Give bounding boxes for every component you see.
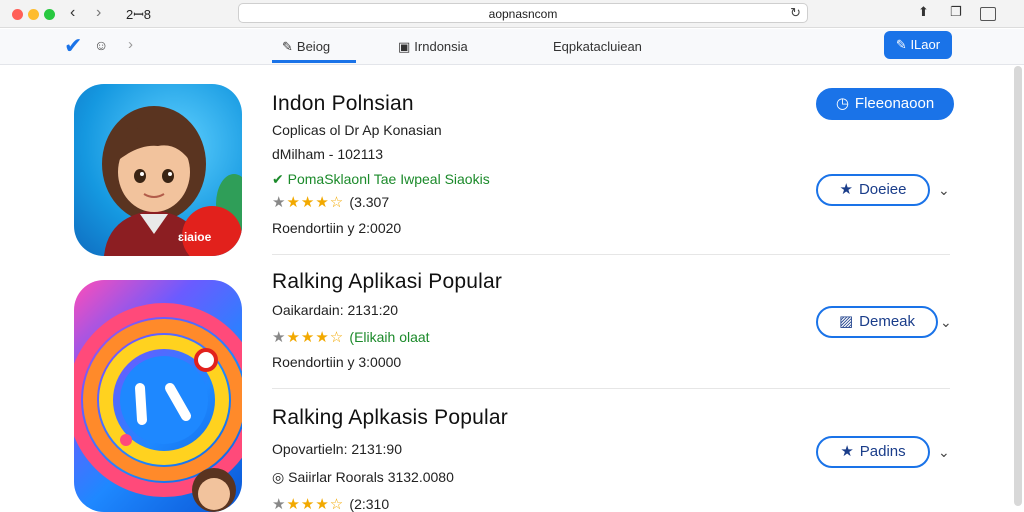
release-info: Roendortiin y 3:0000 (272, 354, 402, 370)
tab-explore[interactable]: Eqpkatacluiean (553, 39, 642, 54)
tab-label: Irndonsia (414, 39, 468, 54)
app-icon-avatar[interactable] (74, 84, 242, 256)
rating-text: (Elikaih olaat (349, 329, 430, 345)
tabs-overview-icon[interactable]: ❐ (950, 4, 962, 20)
chevron-right-icon[interactable]: › (128, 36, 133, 53)
info-circle-icon: ◎ (272, 469, 289, 485)
star-rating-icon: ★★★★☆ (272, 329, 350, 346)
extra-text: Saiirlar Roorals 3132.0080 (288, 469, 454, 485)
app-title[interactable]: Ralking Aplkasis Popular (272, 406, 508, 430)
login-label: ILaor (910, 37, 941, 52)
app-meta: Oaikardain: 2131:20 (272, 302, 399, 318)
verified-line: ✔ PomaSklaonl Tae Iwpeal Siaokis (272, 171, 490, 188)
rating-row: ★★★★☆ (3.307 (272, 193, 389, 211)
square-icon: ▣ (398, 39, 411, 54)
tab-indonesia[interactable]: ▣ Irndonsia (398, 39, 468, 55)
info-line: ◎ Saiirlar Roorals 3132.0080 (272, 469, 454, 486)
image-icon: ▨ (838, 313, 854, 330)
checkmark-icon: ✔ (272, 171, 288, 187)
download-button[interactable]: ★ Doeiee (816, 174, 930, 206)
app-icon-clock[interactable] (74, 280, 242, 512)
edit-icon: ✎ (895, 37, 911, 52)
app-meta: Opovartieln: 2131:90 (272, 441, 402, 457)
cartoon-avatar-icon (102, 106, 242, 256)
rating-row: ★★★★☆ (Elikaih olaat (272, 328, 430, 346)
rainbow-clock-icon (74, 303, 242, 512)
release-info: Roendortiin y 2:0020 (272, 220, 402, 236)
rating-row: ★★★★☆ (2:310 (272, 495, 389, 512)
chevron-left-icon[interactable]: ‹ (70, 4, 75, 22)
reload-icon[interactable]: ↻ (790, 5, 801, 21)
tab-beiog[interactable]: ✎ Beiog (282, 39, 330, 55)
close-window-button[interactable] (12, 9, 23, 20)
button-label: Padins (859, 443, 906, 460)
app-title[interactable]: Indon Polnsian (272, 92, 414, 116)
pencil-check-icon: ✎ (282, 39, 293, 54)
active-tab-indicator (272, 60, 356, 63)
app-icon-badge-text: ɛiaioe (178, 230, 212, 244)
star-rating-icon: ★★★★☆ (272, 194, 350, 211)
tab-label: Beiog (296, 39, 331, 54)
zoom-window-button[interactable] (44, 9, 55, 20)
primary-action-button[interactable]: ◷ Fleeonaoon (816, 88, 954, 120)
star-icon: ★ (840, 443, 854, 460)
minimize-window-button[interactable] (28, 9, 39, 20)
tab-count[interactable]: 2ꟷ8 (126, 5, 151, 23)
browser-toolbar: ‹ › 2ꟷ8 aopnasncom ↻ ⬆ ❐ (0, 0, 1024, 28)
share-icon[interactable]: ⬆ (918, 4, 929, 20)
clock-icon: ◷ (835, 95, 849, 112)
star-rating-icon: ★★★★☆ (272, 496, 350, 512)
sidebar-icon[interactable] (980, 7, 996, 21)
url-text: aopnasncom (488, 7, 558, 21)
app-title[interactable]: Ralking Aplikasi Popular (272, 270, 502, 294)
store-navbar: ✔ ☺ › ✎ Beiog ▣ Irndonsia Eqpkatacluiean ✎… (0, 29, 1024, 65)
chevron-down-icon[interactable]: ⌄ (938, 182, 950, 199)
download-button[interactable]: ★ Padins (816, 436, 930, 468)
store-logo-check-icon[interactable]: ✔ (64, 33, 82, 59)
button-label: Doeiee (858, 181, 907, 198)
address-bar[interactable]: aopnasncom ↻ (238, 3, 808, 23)
rating-text: (3.307 (349, 194, 390, 210)
button-label: Demeak (859, 313, 916, 330)
app-subtitle: Coplicas ol Dr Ap Konasian (272, 122, 442, 138)
button-label: Fleeonaoon (854, 95, 935, 112)
chevron-right-icon[interactable]: › (96, 4, 101, 22)
chevron-down-icon[interactable]: ⌄ (940, 314, 952, 331)
list-divider (272, 254, 950, 255)
star-icon: ★ (839, 181, 853, 198)
scrollbar[interactable] (1014, 66, 1022, 506)
tab-label: Eqpkatacluiean (553, 39, 642, 54)
list-divider (272, 388, 950, 389)
people-icon[interactable]: ☺ (94, 37, 108, 53)
rating-text: (2:310 (349, 496, 390, 512)
verified-text: PomaSklaonl Tae Iwpeal Siaokis (287, 171, 490, 187)
login-button[interactable]: ✎ ILaor (884, 31, 952, 59)
download-button[interactable]: ▨ Demeak (816, 306, 938, 338)
chevron-down-icon[interactable]: ⌄ (938, 444, 950, 461)
app-meta: dMilham - 102113 (272, 146, 384, 162)
